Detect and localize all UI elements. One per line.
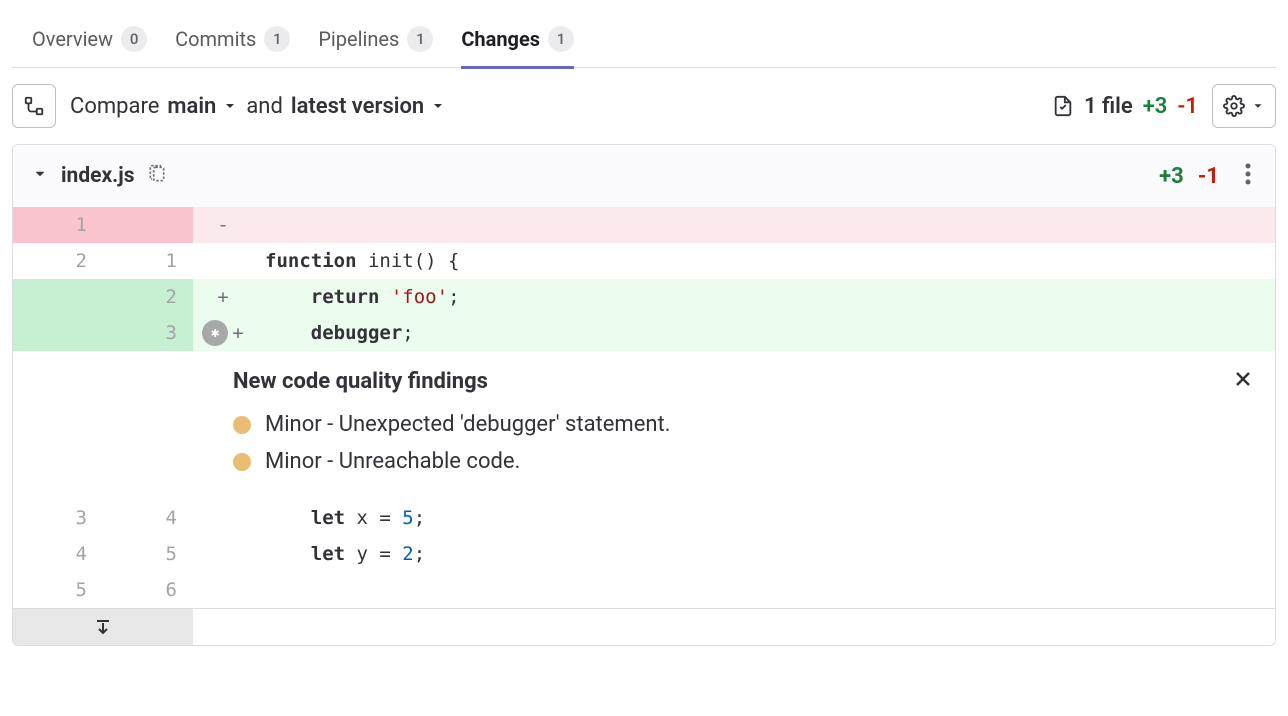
diff-sign: - xyxy=(193,207,245,243)
code-content xyxy=(245,207,1275,243)
expand-down-button[interactable] xyxy=(13,609,193,645)
close-icon xyxy=(1233,369,1253,389)
tab-label: Changes xyxy=(461,27,540,51)
file-additions: +3 xyxy=(1159,164,1184,189)
file-tree-icon xyxy=(23,95,45,117)
code-quality-marker-icon[interactable]: ✱ xyxy=(202,320,228,346)
tab-badge: 1 xyxy=(264,26,290,52)
expand-down-icon xyxy=(93,617,113,637)
chevron-down-icon xyxy=(1251,99,1265,113)
old-line-number: 3 xyxy=(13,500,103,536)
tab-badge: 0 xyxy=(121,26,147,52)
collapse-file-button[interactable] xyxy=(31,165,49,187)
new-line-number: 3 xyxy=(103,315,193,351)
old-line-number xyxy=(13,279,103,315)
chevron-down-icon xyxy=(430,98,446,114)
new-line-number: 5 xyxy=(103,536,193,572)
old-line-number: 1 xyxy=(13,207,103,243)
diff-line[interactable]: 21 function init() { xyxy=(13,243,1275,279)
diff-line[interactable]: 56 xyxy=(13,572,1275,608)
tab-badge: 1 xyxy=(548,26,574,52)
file-name: index.js xyxy=(61,164,135,188)
finding-item[interactable]: Minor - Unreachable code. xyxy=(233,443,1251,480)
old-line-number: 5 xyxy=(13,572,103,608)
file-tree-toggle-button[interactable] xyxy=(12,84,56,128)
tab-label: Pipelines xyxy=(318,27,399,51)
compare-prefix: Compare xyxy=(70,94,159,119)
new-line-number xyxy=(103,207,193,243)
copy-path-button[interactable] xyxy=(147,164,167,188)
code-content: let x = 5; xyxy=(245,500,1275,536)
severity-dot-icon xyxy=(233,453,251,471)
file-count-label: 1 file xyxy=(1084,94,1133,119)
compare-target-label: latest version xyxy=(291,94,424,119)
expand-context-row xyxy=(13,608,1275,645)
code-content: return 'foo'; xyxy=(245,279,1275,315)
diff-file: index.js +3 -1 1-21function init() {2+ r… xyxy=(12,144,1276,646)
diff-sign: + xyxy=(193,279,245,315)
compare-selector: Compare main and latest version xyxy=(70,94,446,119)
old-line-number xyxy=(13,315,103,351)
summary-deletions: -1 xyxy=(1177,94,1198,119)
diff-sign xyxy=(193,500,245,536)
kebab-icon xyxy=(1245,163,1251,185)
chevron-down-icon xyxy=(31,165,49,183)
code-content: debugger; xyxy=(245,315,1275,351)
diff-line[interactable]: 2+ return 'foo'; xyxy=(13,279,1275,315)
file-stats: +3 -1 xyxy=(1159,164,1219,189)
compare-conjunction: and xyxy=(246,94,283,119)
new-line-number: 2 xyxy=(103,279,193,315)
compare-target-dropdown[interactable]: latest version xyxy=(291,94,446,119)
diff-toolbar: Compare main and latest version 1 file +… xyxy=(12,84,1276,128)
compare-source-label: main xyxy=(167,94,216,119)
new-line-number: 1 xyxy=(103,243,193,279)
diff-sign xyxy=(193,572,245,608)
file-icon xyxy=(1052,95,1074,117)
file-deletions: -1 xyxy=(1198,164,1219,189)
diff-line[interactable]: 45 let y = 2; xyxy=(13,536,1275,572)
finding-item[interactable]: Minor - Unexpected 'debugger' statement. xyxy=(233,406,1251,443)
finding-text: Minor - Unexpected 'debugger' statement. xyxy=(265,412,671,437)
diff-summary-stats: 1 file +3 -1 xyxy=(1052,94,1198,119)
old-line-number: 2 xyxy=(13,243,103,279)
findings-title: New code quality findings xyxy=(233,369,1251,394)
old-line-number: 4 xyxy=(13,536,103,572)
diff-body: 1-21function init() {2+ return 'foo';3✱+… xyxy=(13,207,1275,351)
diff-line[interactable]: 1- xyxy=(13,207,1275,243)
diff-sign: ✱+ xyxy=(193,315,245,351)
new-line-number: 6 xyxy=(103,572,193,608)
tab-commits[interactable]: Commits 1 xyxy=(175,12,290,69)
diff-sign xyxy=(193,243,245,279)
gear-icon xyxy=(1223,95,1245,117)
new-line-number: 4 xyxy=(103,500,193,536)
tab-label: Overview xyxy=(32,27,113,51)
diff-settings-button[interactable] xyxy=(1212,84,1276,128)
code-content: let y = 2; xyxy=(245,536,1275,572)
code-content: function init() { xyxy=(245,243,1275,279)
tab-badge: 1 xyxy=(407,26,433,52)
code-quality-panel: New code quality findings Minor - Unexpe… xyxy=(13,351,1275,500)
tab-overview[interactable]: Overview 0 xyxy=(32,12,147,69)
file-actions-menu[interactable] xyxy=(1239,157,1257,195)
summary-additions: +3 xyxy=(1143,94,1168,119)
chevron-down-icon xyxy=(222,98,238,114)
clipboard-icon xyxy=(147,164,167,184)
tabs-bar: Overview 0 Commits 1 Pipelines 1 Changes… xyxy=(12,12,1276,68)
finding-text: Minor - Unreachable code. xyxy=(265,449,520,474)
compare-source-dropdown[interactable]: main xyxy=(167,94,238,119)
tab-changes[interactable]: Changes 1 xyxy=(461,12,574,69)
tab-pipelines[interactable]: Pipelines 1 xyxy=(318,12,433,69)
diff-body-tail: 34 let x = 5;45 let y = 2;56 xyxy=(13,500,1275,608)
tab-label: Commits xyxy=(175,27,256,51)
diff-line[interactable]: 34 let x = 5; xyxy=(13,500,1275,536)
close-findings-button[interactable] xyxy=(1233,367,1253,395)
code-content xyxy=(245,572,1275,608)
diff-line[interactable]: 3✱+ debugger; xyxy=(13,315,1275,351)
diff-sign xyxy=(193,536,245,572)
severity-dot-icon xyxy=(233,416,251,434)
file-header: index.js +3 -1 xyxy=(13,145,1275,207)
